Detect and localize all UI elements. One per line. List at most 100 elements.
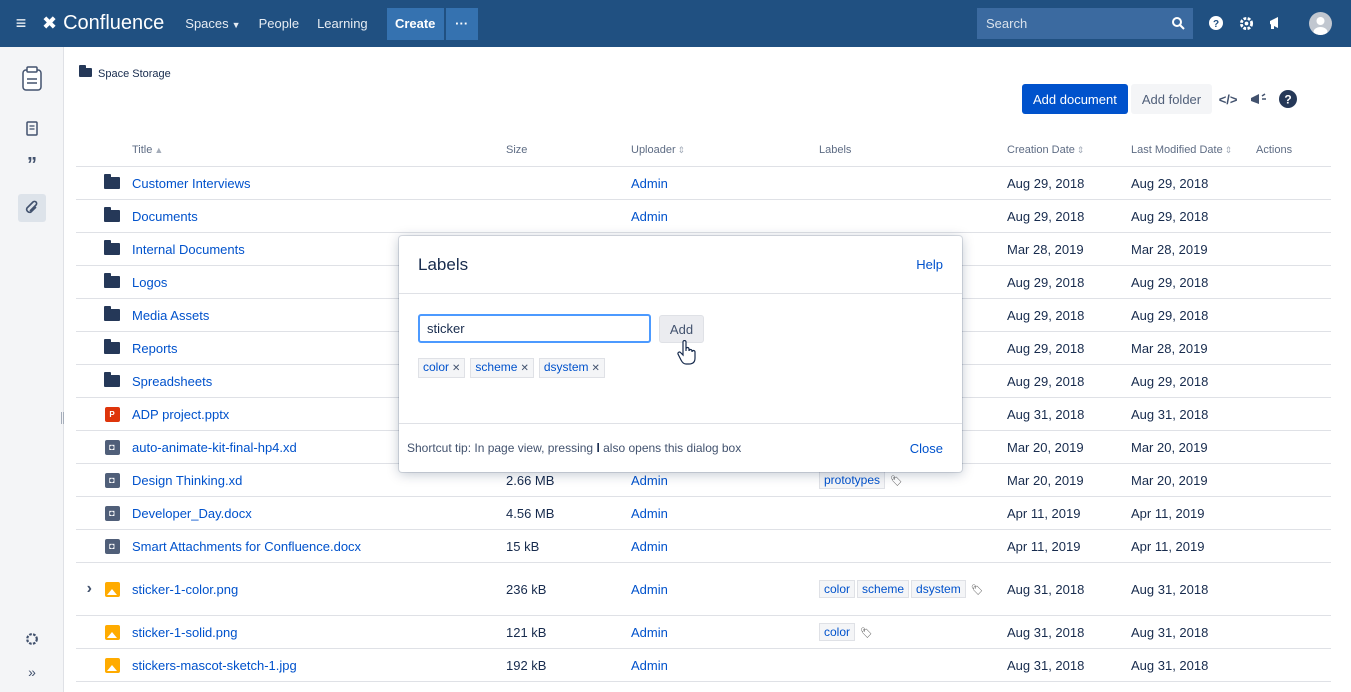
file-title-link[interactable]: sticker-1-solid.png <box>132 625 506 640</box>
table-row[interactable]: stickers-mascot-sketch-1.jpg 192 kB Admin A… <box>76 649 1331 682</box>
add-label-button[interactable]: Add <box>659 315 704 343</box>
image-file-icon <box>104 581 120 597</box>
uploader-link[interactable]: Admin <box>631 539 819 554</box>
svg-text:?: ? <box>1284 93 1291 107</box>
last-modified-date: Aug 31, 2018 <box>1131 624 1209 640</box>
nav-learning[interactable]: Learning <box>317 16 368 31</box>
uploader-link[interactable]: Admin <box>631 658 819 673</box>
document-file-icon: ◘ <box>104 472 120 488</box>
nav-people[interactable]: People <box>259 16 299 31</box>
embed-code-icon[interactable]: </> <box>1214 84 1242 114</box>
sort-icon: ⇕ <box>1224 145 1233 155</box>
creation-date: Mar 20, 2019 <box>1007 472 1084 488</box>
table-row[interactable]: Customer Interviews Admin Aug 29, 2018 Aug … <box>76 167 1331 200</box>
attachments-paperclip-icon[interactable] <box>18 194 46 222</box>
user-avatar[interactable] <box>1309 12 1332 35</box>
settings-gear-icon[interactable] <box>1231 12 1261 34</box>
file-size: 192 kB <box>506 657 547 673</box>
space-avatar-icon[interactable] <box>18 65 46 93</box>
creation-date: Aug 29, 2018 <box>1007 208 1085 224</box>
sort-icon: ⇕ <box>1076 145 1085 155</box>
creation-date: Apr 11, 2019 <box>1007 538 1081 554</box>
label-chip[interactable]: scheme <box>857 580 910 598</box>
file-title-link[interactable]: Documents <box>132 209 506 224</box>
uploader-link[interactable]: Admin <box>631 625 819 640</box>
uploader-link[interactable]: Admin <box>631 582 819 597</box>
uploader-link[interactable]: Admin <box>631 209 819 224</box>
last-modified-date: Mar 28, 2019 <box>1131 241 1208 257</box>
file-size: 15 kB <box>506 538 540 554</box>
confluence-logo[interactable]: ✖ Confluence <box>42 12 164 35</box>
image-file-icon <box>104 624 120 640</box>
file-title-link[interactable]: Customer Interviews <box>132 176 506 191</box>
file-title-link[interactable]: Design Thinking.xd <box>132 473 506 488</box>
labels-cell: color scheme dsystem 🏷 <box>819 579 1007 599</box>
file-title-link[interactable]: stickers-mascot-sketch-1.jpg <box>132 658 506 673</box>
folder-icon <box>79 65 92 80</box>
header-title[interactable]: Title ▲ <box>132 144 506 156</box>
table-row[interactable]: sticker-1-solid.png 121 kB Admin color 🏷 Aug … <box>76 616 1331 649</box>
uploader-link[interactable]: Admin <box>631 176 819 191</box>
blog-quote-icon[interactable]: ” <box>18 151 46 179</box>
file-title-link[interactable]: sticker-1-color.png <box>132 582 506 597</box>
creation-date: Aug 29, 2018 <box>1007 175 1085 191</box>
remove-label-icon[interactable]: ✕ <box>452 363 460 374</box>
table-row[interactable]: Documents Admin Aug 29, 2018 Aug 29, 2018 <box>76 200 1331 233</box>
folder-icon <box>104 174 120 189</box>
space-settings-gear-icon[interactable] <box>18 625 46 653</box>
folder-icon <box>104 372 120 387</box>
add-folder-button[interactable]: Add folder <box>1130 84 1213 114</box>
notifications-megaphone-icon[interactable] <box>1261 12 1291 34</box>
creation-date: Aug 31, 2018 <box>1007 624 1085 640</box>
label-chip[interactable]: scheme ✕ <box>470 358 534 378</box>
header-creation-date[interactable]: Creation Date ⇕ <box>1007 144 1131 156</box>
edit-labels-tag-icon[interactable]: 🏷 <box>890 476 903 487</box>
table-row[interactable]: ◘ Developer_Day.docx 4.56 MB Admin Apr 11, 2… <box>76 497 1331 530</box>
more-button[interactable]: ··· <box>445 7 478 40</box>
edit-labels-tag-icon[interactable]: 🏷 <box>971 585 984 596</box>
create-button[interactable]: Create <box>386 7 444 40</box>
remove-label-icon[interactable]: ✕ <box>520 363 528 374</box>
header-actions: Actions <box>1256 144 1293 156</box>
label-chip[interactable]: dsystem ✕ <box>538 358 605 378</box>
nav-spaces[interactable]: Spaces ▼ <box>185 16 240 31</box>
uploader-link[interactable]: Admin <box>631 473 819 488</box>
expand-sidebar-icon[interactable]: » <box>18 658 46 686</box>
header-uploader[interactable]: Uploader ⇕ <box>631 144 819 156</box>
sidebar-resize-handle[interactable] <box>61 412 64 424</box>
pages-icon[interactable] <box>18 114 46 142</box>
label-chip[interactable]: color <box>819 580 856 598</box>
table-row[interactable]: › sticker-1-color.png 236 kB Admin color sche… <box>76 563 1331 616</box>
menu-icon[interactable]: ≡ <box>0 13 42 34</box>
document-file-icon: ◘ <box>104 505 120 521</box>
image-file-icon <box>104 657 120 673</box>
label-chip[interactable]: color <box>819 623 856 641</box>
expand-chevron-icon[interactable]: › <box>76 580 92 598</box>
creation-date: Aug 29, 2018 <box>1007 307 1085 323</box>
help-icon[interactable]: ? <box>1274 84 1302 114</box>
search-placeholder: Search <box>986 16 1028 31</box>
file-title-link[interactable]: Developer_Day.docx <box>132 506 506 521</box>
close-button[interactable]: Close <box>910 441 943 456</box>
help-icon[interactable]: ? <box>1201 12 1231 34</box>
label-chip[interactable]: color ✕ <box>418 358 466 378</box>
breadcrumb-label: Space Storage <box>98 68 171 80</box>
add-document-button[interactable]: Add document <box>1022 84 1128 114</box>
announce-megaphone-icon[interactable] <box>1244 84 1272 114</box>
uploader-link[interactable]: Admin <box>631 506 819 521</box>
breadcrumb[interactable]: Space Storage <box>79 65 171 80</box>
header-last-modified-date[interactable]: Last Modified Date ⇕ <box>1131 144 1256 156</box>
header-size[interactable]: Size <box>506 144 631 156</box>
search-input[interactable]: Search <box>977 8 1193 39</box>
creation-date: Aug 31, 2018 <box>1007 581 1085 597</box>
file-title-link[interactable]: Smart Attachments for Confluence.docx <box>132 539 506 554</box>
label-chip[interactable]: dsystem <box>911 580 966 598</box>
label-input[interactable]: sticker <box>418 314 651 343</box>
header-labels[interactable]: Labels <box>819 144 1007 156</box>
label-chips: color ✕ scheme ✕ dsystem ✕ <box>418 358 605 378</box>
help-link[interactable]: Help <box>916 257 943 272</box>
remove-label-icon[interactable]: ✕ <box>592 363 600 374</box>
edit-labels-tag-icon[interactable]: 🏷 <box>860 628 873 639</box>
label-chip[interactable]: prototypes <box>819 471 886 489</box>
table-row[interactable]: ◘ Smart Attachments for Confluence.docx 15… <box>76 530 1331 563</box>
